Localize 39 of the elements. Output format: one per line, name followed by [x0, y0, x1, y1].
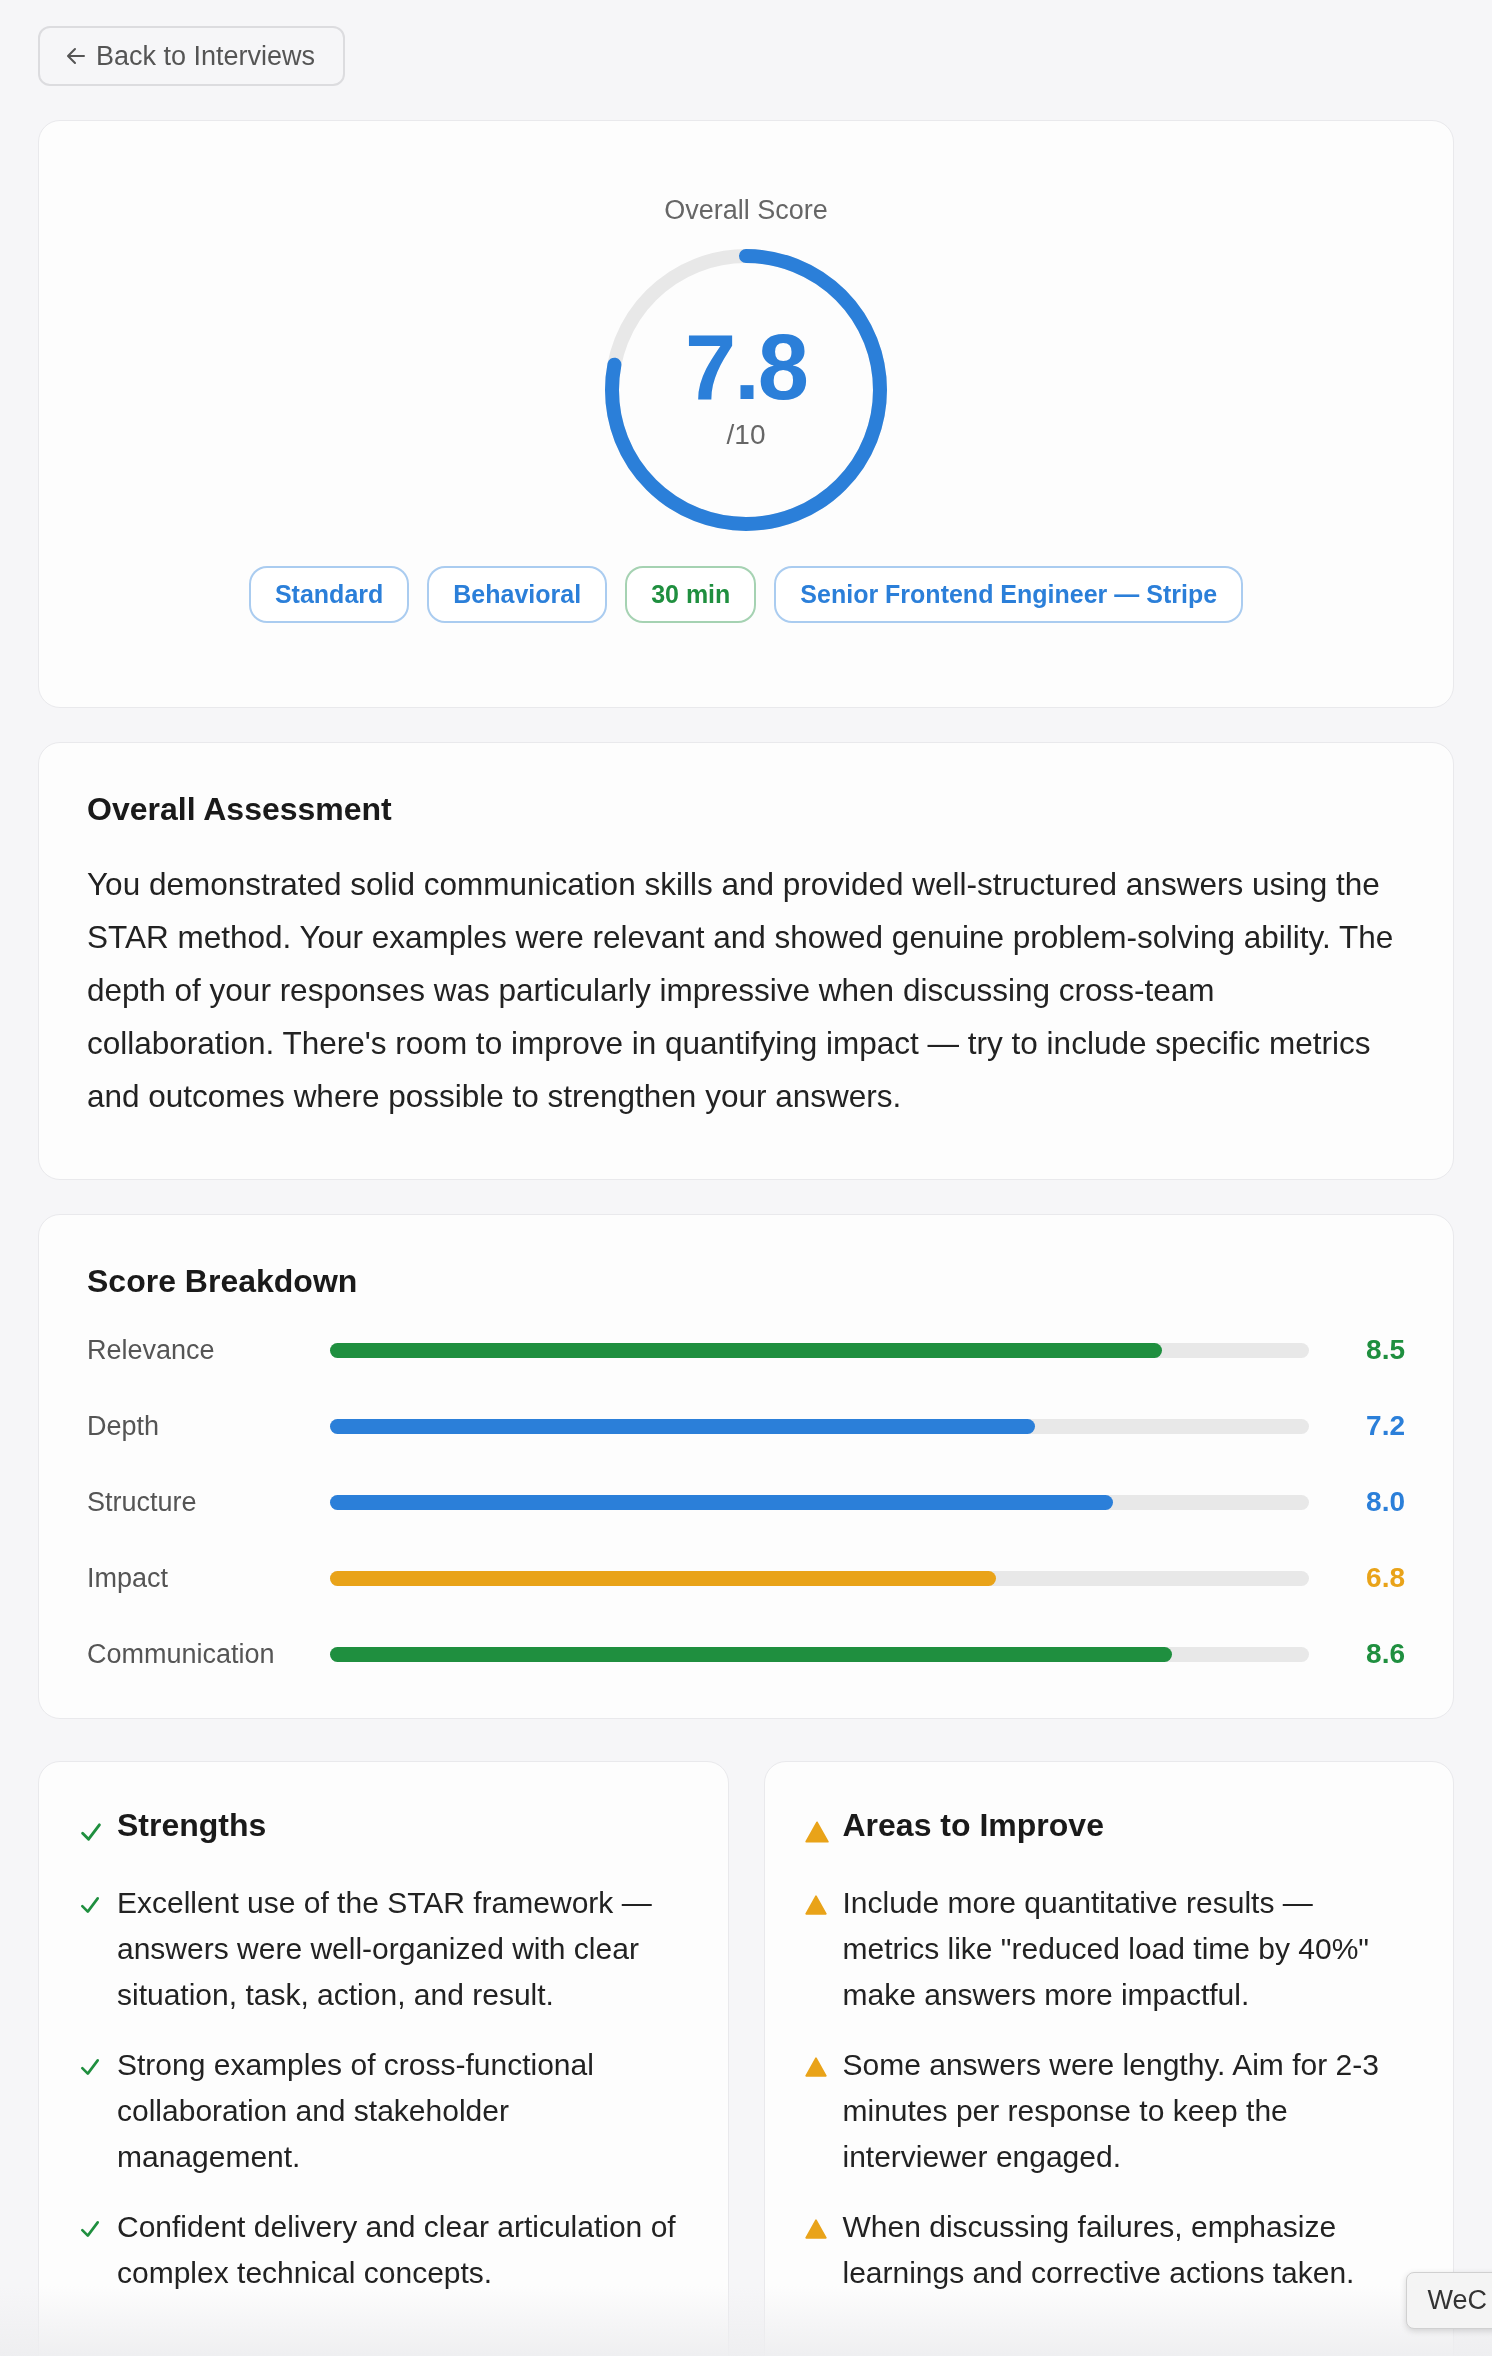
tag: Behavioral — [427, 566, 608, 623]
tag: Senior Frontend Engineer — Stripe — [774, 566, 1244, 623]
score-scale: /10 — [726, 419, 766, 451]
feedback-item: Include more quantitative results — metrics like "reduced load time by 40%" make answers more impactful. — [842, 1885, 1371, 2013]
assessment-text: You demonstrated solid communication skills and provided well-structured answers using the STAR method. Your examples were relevant and showed genuine problem-solving ability. The depth of your responses was particularly impressive when discussing cross-team collaboration. There's room to improve in quantifying impact — try to include specific metrics and outcomes where possible to strengthen your answers. — [87, 865, 1395, 1116]
feedback-item: Strong examples of cross-functional collaboration and stakeholder management. — [117, 2047, 595, 2175]
feedback-item: Some answers were lengthy. Aim for 2-3 minutes per response to keep the interviewer engaged. — [842, 2047, 1380, 2175]
section-title: Overall Assessment — [87, 791, 393, 828]
score-label: Depth — [87, 1410, 161, 1442]
tag: Standard — [248, 566, 410, 623]
score-title: Overall Score — [664, 195, 828, 226]
score-value: 8.0 — [1365, 1486, 1405, 1518]
feedback-item: When discussing failures, emphasize learnings and corrective actions taken. — [842, 2209, 1356, 2291]
score-value: 7.2 — [1365, 1410, 1405, 1442]
warning-icon — [804, 2056, 827, 2078]
back-button[interactable]: Back to Interviews — [38, 26, 346, 86]
score-label: Structure — [87, 1486, 198, 1518]
score-value: 8.6 — [1365, 1638, 1405, 1670]
check-icon — [79, 2056, 101, 2078]
check-icon — [79, 2218, 101, 2240]
section-title: Score Breakdown — [87, 1263, 359, 1300]
feedback-item: Confident delivery and clear articulation of complex technical concepts. — [117, 2209, 677, 2291]
tooltip: WeC — [1406, 2272, 1492, 2329]
section-title: Areas to Improve — [842, 1806, 1104, 1844]
score-label: Relevance — [87, 1334, 216, 1366]
warning-icon — [804, 2218, 827, 2240]
feedback-item: Excellent use of the STAR framework — answers were well-organized with clear situation, task, action, and result. — [117, 1885, 653, 2013]
score-value: 8.5 — [1365, 1334, 1405, 1366]
check-icon — [79, 1894, 101, 1916]
score-label: Communication — [87, 1638, 276, 1670]
section-title: Strengths — [117, 1806, 267, 1844]
score-label: Impact — [87, 1562, 170, 1594]
warning-icon — [804, 1820, 829, 1844]
tag: 30 min — [625, 566, 757, 623]
check-icon — [79, 1820, 103, 1844]
score-value: 7.8 — [685, 321, 807, 413]
arrow-left-icon — [66, 47, 86, 65]
warning-icon — [804, 1894, 827, 1916]
score-value: 6.8 — [1365, 1562, 1405, 1594]
